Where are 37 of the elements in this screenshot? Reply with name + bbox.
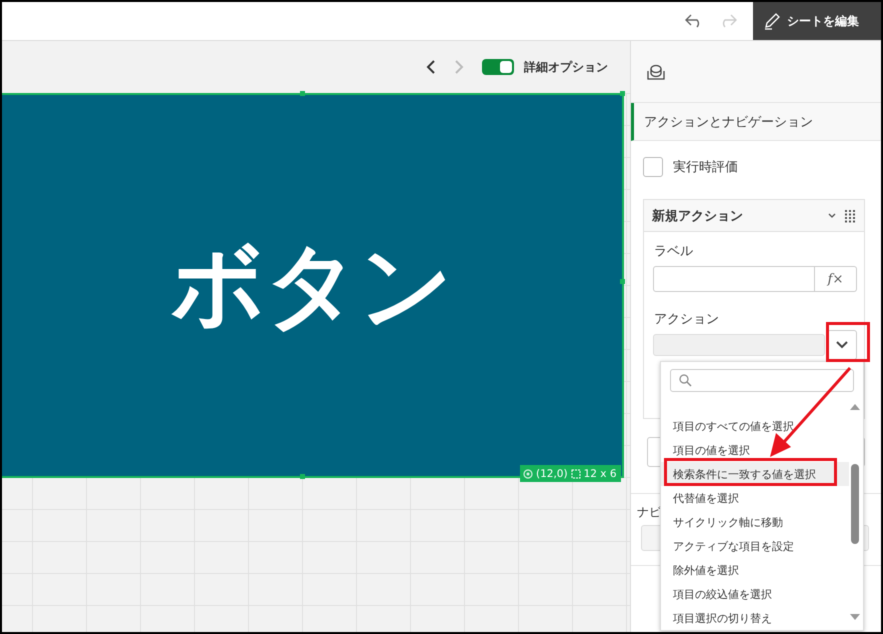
dropdown-item[interactable]: 項目の値を選択 bbox=[661, 438, 849, 462]
label-caption: ラベル bbox=[653, 243, 694, 260]
dropdown-item[interactable]: 項目選択の切り替え bbox=[661, 606, 849, 630]
checkbox-label: 実行時評価 bbox=[673, 159, 738, 176]
pencil-icon bbox=[763, 12, 781, 30]
action-caption: アクション bbox=[653, 311, 720, 328]
dropdown-item[interactable]: 項目の絞込値を選択 bbox=[661, 582, 849, 606]
drag-handle-icon[interactable] bbox=[844, 208, 856, 222]
search-field[interactable] bbox=[670, 369, 854, 392]
section-header[interactable]: アクションとナビゲーション bbox=[631, 103, 881, 141]
scroll-up-icon[interactable] bbox=[850, 404, 860, 410]
card-title: 新規アクション bbox=[652, 208, 744, 224]
dropdown-item[interactable]: 除外値を選択 bbox=[661, 558, 849, 582]
collapse-icon[interactable] bbox=[828, 212, 836, 218]
advanced-options-toggle[interactable]: 詳細オプション bbox=[482, 58, 608, 76]
dropdown-item[interactable]: アクティブな項目を設定 bbox=[661, 534, 849, 558]
previous-icon[interactable] bbox=[426, 60, 436, 74]
database-icon[interactable] bbox=[647, 64, 665, 80]
dropdown-button[interactable] bbox=[827, 330, 857, 360]
next-icon[interactable] bbox=[454, 60, 464, 74]
position-text: (12,0) bbox=[536, 468, 568, 480]
expression-button[interactable]: f× bbox=[815, 266, 857, 292]
scroll-down-icon[interactable] bbox=[850, 614, 860, 620]
chevron-icon bbox=[836, 341, 848, 349]
label-field[interactable] bbox=[653, 266, 815, 292]
highlight-frame bbox=[826, 322, 870, 362]
size-text: 12 x 6 bbox=[584, 468, 617, 480]
search-icon bbox=[679, 374, 692, 387]
size-icon bbox=[570, 468, 581, 478]
scrollbar-thumb[interactable] bbox=[851, 464, 859, 544]
checkbox[interactable] bbox=[643, 157, 663, 177]
dropdown-item[interactable]: 代替値を選択 bbox=[661, 486, 849, 510]
dropdown-item[interactable]: 項目のすべての値を選択 bbox=[661, 414, 849, 438]
position-icon bbox=[523, 468, 533, 478]
dropdown-item[interactable]: サイクリック軸に移動 bbox=[661, 510, 849, 534]
edit-sheet-button[interactable]: シートを編集 bbox=[753, 2, 881, 40]
navigation-caption: ナビ bbox=[637, 505, 661, 519]
